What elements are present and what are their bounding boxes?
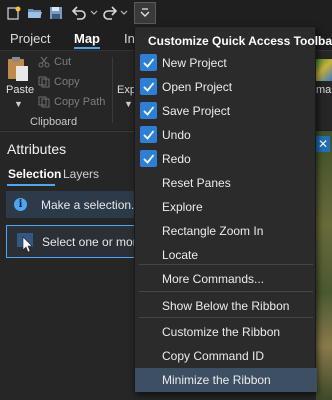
menu-item-open-project[interactable]: Open Project	[135, 75, 317, 99]
menu-item-redo[interactable]: Redo	[135, 147, 317, 171]
cut-button[interactable]: Cut	[38, 53, 71, 71]
menu-item-label: Open Project	[162, 80, 233, 94]
menu-item-undo[interactable]: Undo	[135, 123, 317, 147]
paste-icon	[8, 57, 28, 81]
menu-item-new-project[interactable]: New Project	[135, 51, 317, 75]
pane-title: Attributes	[7, 141, 67, 157]
menu-item-reset-panes[interactable]: Reset Panes	[135, 171, 317, 195]
menu-item-label: Copy Command ID	[162, 349, 265, 363]
copy-icon	[38, 76, 50, 88]
open-project-button[interactable]	[25, 3, 45, 23]
copy-path-label: Copy Path	[54, 96, 106, 108]
redo-button[interactable]	[100, 3, 120, 23]
menu-item-label: Customize the Ribbon	[162, 325, 281, 339]
menu-item-label: Save Project	[162, 104, 231, 118]
menu-item-label: Redo	[162, 152, 191, 166]
active-tab-indicator	[74, 47, 100, 49]
menu-item-customize-the-ribbon[interactable]: Customize the Ribbon	[135, 320, 317, 344]
paste-button[interactable]	[6, 55, 30, 83]
undo-dropdown[interactable]	[90, 3, 98, 23]
ribbon-divider	[112, 57, 113, 123]
chevron-down-icon[interactable]: ▼	[124, 99, 133, 109]
quick-access-toolbar	[0, 0, 332, 26]
copy-path-button[interactable]: Copy Path	[38, 93, 105, 111]
menu-item-rectangle-zoom-in[interactable]: Rectangle Zoom In	[135, 219, 317, 243]
new-project-icon	[7, 6, 21, 20]
copy-button[interactable]: Copy	[38, 73, 80, 91]
menu-item-copy-command-id[interactable]: Copy Command ID	[135, 344, 317, 368]
basemap-label[interactable]: map	[316, 84, 332, 96]
checkmark-icon	[140, 54, 157, 71]
menu-item-more-commands[interactable]: More Commands...	[135, 267, 317, 291]
customize-qat-icon	[140, 8, 150, 17]
select-cursor-icon	[17, 233, 33, 253]
tab-project[interactable]: Project	[10, 31, 50, 46]
info-icon: i	[14, 198, 27, 211]
checkmark-icon	[140, 102, 157, 119]
save-project-icon	[50, 7, 62, 19]
save-project-button[interactable]	[46, 3, 66, 23]
tab-selection[interactable]: Selection	[8, 167, 61, 181]
menu-item-explore[interactable]: Explore	[135, 195, 317, 219]
menu-item-label: Show Below the Ribbon	[162, 299, 290, 313]
chevron-down-icon[interactable]: ▼	[14, 99, 23, 109]
menu-item-label: More Commands...	[162, 272, 265, 286]
menu-item-label: Locate	[162, 248, 199, 262]
customize-qat-menu: Customize Quick Access Toolbar New Proje…	[134, 26, 332, 392]
tab-layers[interactable]: Layers	[63, 167, 99, 181]
menu-item-label: Minimize the Ribbon	[162, 373, 271, 387]
menu-separator	[139, 317, 313, 318]
clipboard-group-label: Clipboard	[30, 116, 78, 128]
copy-label: Copy	[54, 76, 80, 88]
checkmark-icon	[140, 126, 157, 143]
chevron-down-icon	[90, 10, 98, 15]
menu-item-save-project[interactable]: Save Project	[135, 99, 317, 123]
menu-header: Customize Quick Access Toolbar	[148, 34, 332, 48]
menu-item-label: Rectangle Zoom In	[162, 224, 264, 238]
tab-map[interactable]: Map	[74, 31, 100, 46]
active-pane-tab-indicator	[7, 184, 55, 186]
checkmark-icon	[140, 78, 157, 95]
copy-path-icon	[38, 96, 50, 108]
menu-item-label: Reset Panes	[162, 176, 231, 190]
cut-label: Cut	[54, 56, 72, 68]
scissors-icon	[38, 56, 50, 68]
info-text: Make a selection.	[41, 198, 135, 212]
chevron-down-icon	[120, 10, 128, 15]
new-project-button[interactable]	[4, 3, 24, 23]
checkmark-icon	[140, 150, 157, 167]
redo-icon	[103, 6, 118, 20]
menu-separator	[139, 264, 313, 265]
menu-separator	[139, 291, 313, 292]
open-project-icon	[28, 9, 42, 18]
undo-icon	[71, 6, 86, 20]
redo-dropdown[interactable]	[120, 3, 128, 23]
customize-qat-button[interactable]	[134, 2, 156, 24]
menu-item-label: New Project	[162, 56, 227, 70]
basemap-thumbnail[interactable]	[316, 59, 332, 81]
menu-item-label: Undo	[162, 128, 191, 142]
map-view[interactable]	[316, 131, 332, 400]
paste-label: Paste	[6, 84, 35, 96]
menu-item-label: Explore	[162, 200, 203, 214]
close-icon[interactable]: ✕	[316, 136, 330, 152]
undo-button[interactable]	[68, 3, 90, 23]
menu-item-minimize-the-ribbon[interactable]: Minimize the Ribbon	[135, 368, 317, 392]
menu-item-show-below-the-ribbon[interactable]: Show Below the Ribbon	[135, 294, 317, 318]
